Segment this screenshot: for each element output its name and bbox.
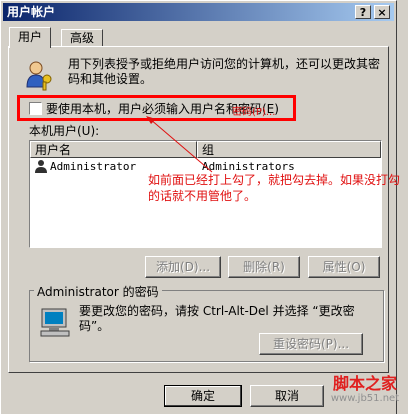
annotation-arrow <box>146 116 213 173</box>
tab-users[interactable]: 用户 <box>9 27 52 48</box>
annotation-note-line-2: 的话就不用管他了。 <box>148 189 257 203</box>
annotation-note-line-1: 如前面已经打上勾了，就把勾去掉。如果没打勾 <box>148 173 401 187</box>
annotation-note: 如前面已经打上勾了，就把勾去掉。如果没打勾 的话就不用管他了。 <box>148 172 406 204</box>
tab-users-label: 用户 <box>18 30 43 44</box>
watermark-brand: 脚本之家 <box>332 374 397 393</box>
annotation-small-red: 密码(P)... <box>232 107 276 118</box>
watermark-url: www.jb51.net <box>330 393 400 404</box>
watermark: 脚本之家 www.jb51.net <box>322 375 408 405</box>
